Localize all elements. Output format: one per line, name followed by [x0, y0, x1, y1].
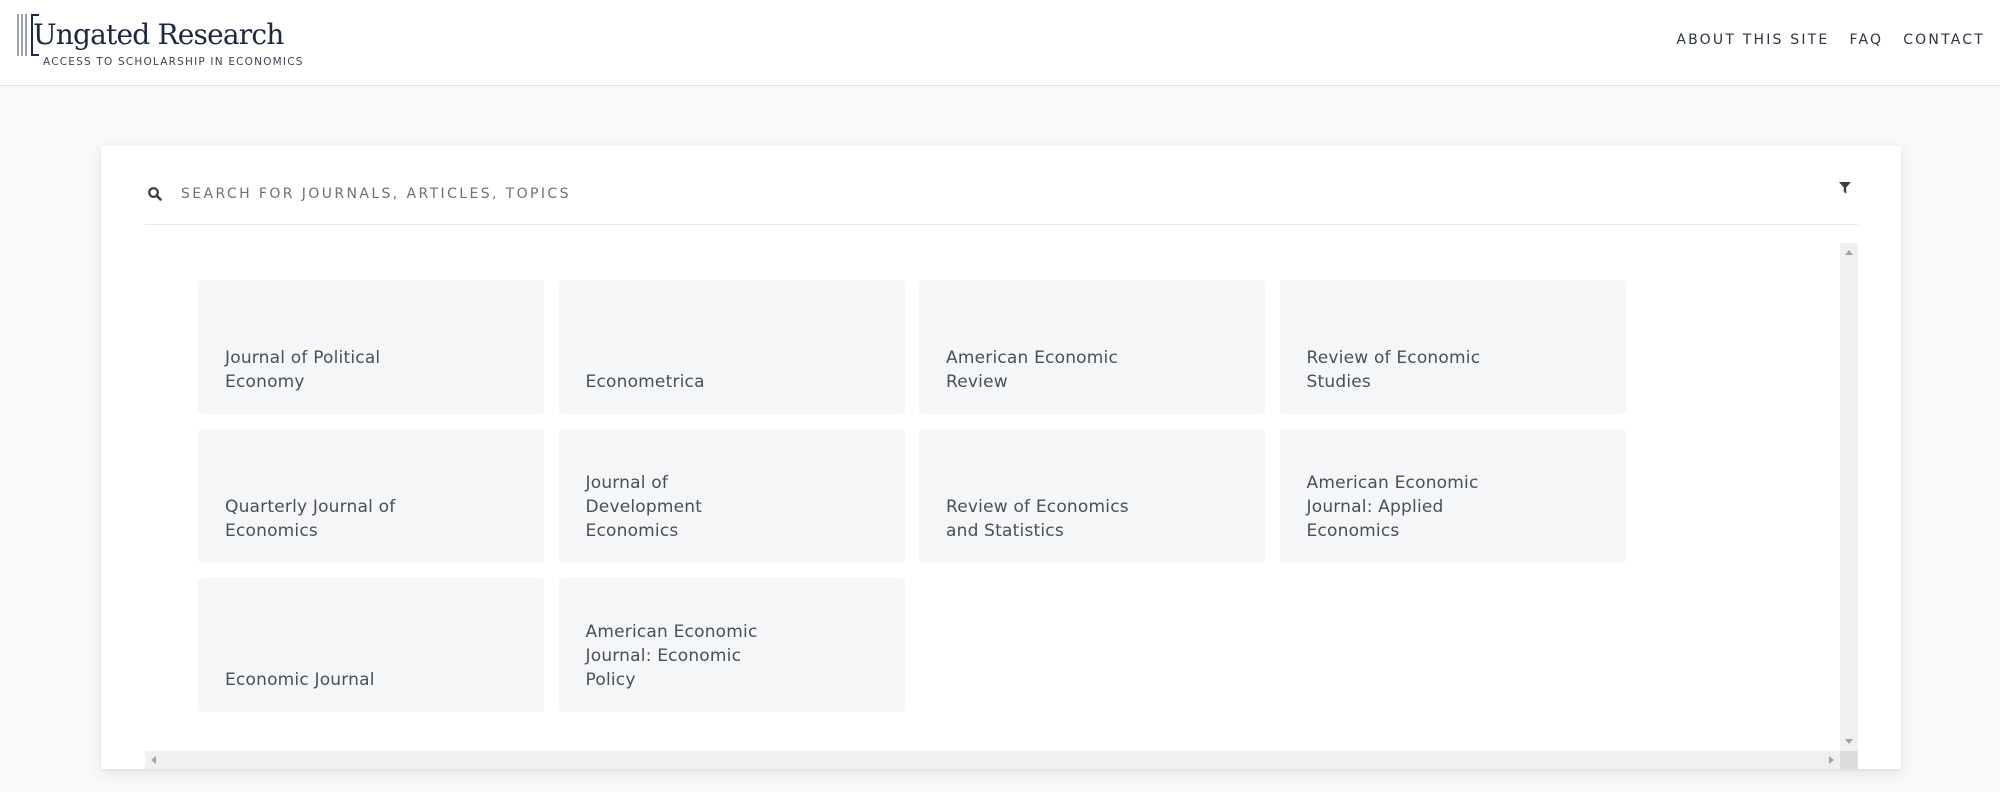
filter-icon[interactable] [1838, 181, 1852, 195]
logo-title: Ungated Research [33, 18, 284, 51]
logo-subtitle: ACCESS TO SCHOLARSHIP IN ECONOMICS [43, 56, 304, 68]
scroll-right-arrow-icon[interactable] [1829, 756, 1834, 764]
journal-title: Review of Economic Studies [1306, 348, 1481, 392]
journal-card[interactable]: Review of Economics and Statistics [919, 429, 1265, 563]
search-icon [148, 187, 162, 201]
journal-grid: Journal of Political Economy Econometric… [198, 280, 1626, 712]
scrollbar-corner [1840, 751, 1858, 769]
journal-title: Quarterly Journal of Economics [225, 497, 396, 541]
journal-title: Review of Economics and Statistics [946, 497, 1129, 541]
main-nav: ABOUT THIS SITE FAQ CONTACT [1676, 32, 1985, 48]
journal-card[interactable]: Journal of Development Economics [558, 429, 905, 563]
vertical-scrollbar[interactable] [1840, 243, 1858, 751]
scroll-left-arrow-icon[interactable] [151, 756, 156, 764]
journal-card[interactable]: Econometrica [558, 280, 905, 414]
journal-title: Economic Journal [225, 670, 375, 690]
journal-title: Econometrica [585, 372, 705, 392]
nav-about-this-site[interactable]: ABOUT THIS SITE [1676, 32, 1829, 48]
journal-list-scroll-area[interactable]: Journal of Political Economy Econometric… [145, 243, 1858, 769]
site-header: Ungated Research ACCESS TO SCHOLARSHIP I… [0, 0, 2000, 86]
journal-title: American Economic Journal: Applied Econo… [1306, 473, 1479, 541]
journal-card[interactable]: Quarterly Journal of Economics [198, 429, 544, 563]
journal-title: American Economic Journal: Economic Poli… [585, 622, 758, 690]
scroll-up-arrow-icon[interactable] [1845, 250, 1853, 255]
journal-title: Journal of Political Economy [225, 348, 381, 392]
journal-browser-panel: Journal of Political Economy Econometric… [101, 146, 1901, 769]
journal-card[interactable]: Economic Journal [198, 578, 544, 712]
search-input[interactable] [181, 180, 1681, 208]
journal-card[interactable]: Review of Economic Studies [1279, 280, 1626, 414]
journal-title: American Economic Review [946, 348, 1118, 392]
search-bar [145, 146, 1858, 225]
site-logo[interactable]: Ungated Research ACCESS TO SCHOLARSHIP I… [17, 14, 307, 70]
nav-faq[interactable]: FAQ [1849, 32, 1883, 48]
nav-contact[interactable]: CONTACT [1903, 32, 1985, 48]
journal-card[interactable]: American Economic Journal: Economic Poli… [558, 578, 905, 712]
journal-card[interactable]: American Economic Review [919, 280, 1265, 414]
journal-title: Journal of Development Economics [585, 473, 703, 541]
horizontal-scrollbar[interactable] [145, 751, 1840, 769]
scroll-down-arrow-icon[interactable] [1845, 739, 1853, 744]
journal-card[interactable]: American Economic Journal: Applied Econo… [1279, 429, 1626, 563]
journal-card[interactable]: Journal of Political Economy [198, 280, 544, 414]
